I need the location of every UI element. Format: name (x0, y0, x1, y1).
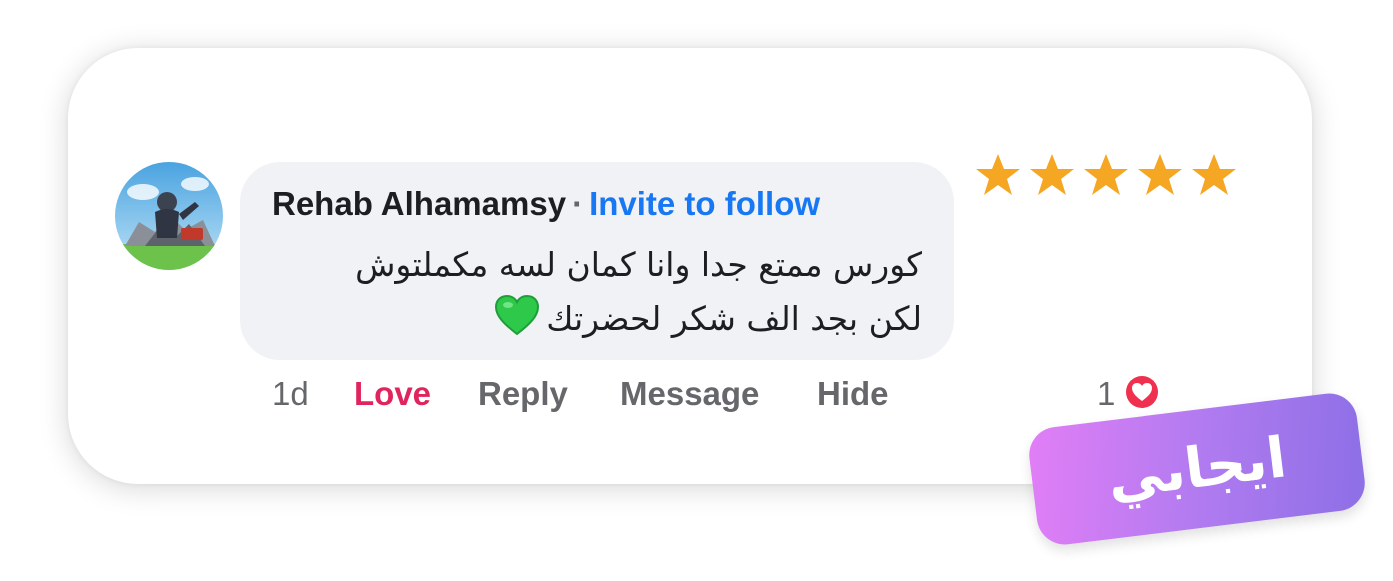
avatar-image (115, 162, 223, 270)
comment-text-line-1: كورس ممتع جدا وانا كمان لسه مكملتوش (355, 245, 922, 284)
comment-header: Rehab Alhamamsy · Invite to follow (272, 184, 820, 224)
star-icon (976, 154, 1020, 195)
invite-to-follow-link[interactable]: Invite to follow (589, 185, 820, 222)
green-heart-icon (494, 294, 540, 352)
message-button[interactable]: Message (620, 374, 759, 414)
reaction-summary[interactable]: 1 (1097, 372, 1163, 416)
avatar[interactable] (115, 162, 223, 270)
star-icon (1138, 154, 1182, 195)
star-icon (1192, 154, 1236, 195)
hide-button[interactable]: Hide (817, 374, 889, 414)
author-name[interactable]: Rehab Alhamamsy (272, 185, 566, 222)
reaction-count: 1 (1097, 375, 1116, 412)
star-rating (974, 152, 1238, 198)
reply-button[interactable]: Reply (478, 374, 568, 414)
star-icon (1030, 154, 1074, 195)
love-button[interactable]: Love (354, 374, 431, 414)
header-separator: · (572, 185, 584, 222)
comment-timestamp: 1d (272, 375, 309, 412)
star-icon (1084, 154, 1128, 195)
comment-text-line-2: لكن بجد الف شكر لحضرتك (546, 299, 922, 338)
love-reaction-icon (1121, 371, 1163, 418)
comment-text-line-2-wrap: لكن بجد الف شكر لحضرتك (262, 292, 922, 352)
comment-text: كورس ممتع جدا وانا كمان لسه مكملتوش لكن … (262, 238, 922, 352)
testimonial-stage: Rehab Alhamamsy · Invite to follow كورس مم… (0, 0, 1393, 581)
badge-label: ايجابي (1103, 425, 1290, 512)
